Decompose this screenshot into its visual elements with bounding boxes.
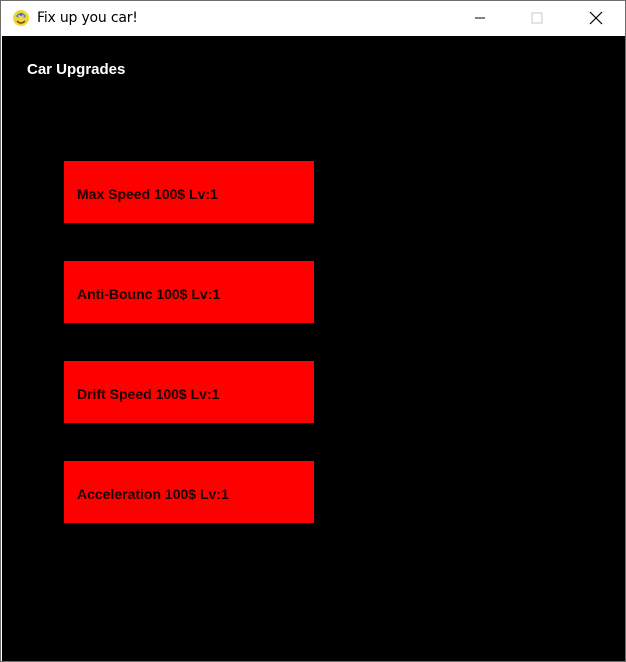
- upgrade-label: Acceleration 100$ Lv:1: [77, 486, 229, 502]
- minimize-button[interactable]: [457, 1, 503, 35]
- maximize-button[interactable]: [514, 1, 560, 35]
- anti-bounce-upgrade-button[interactable]: Anti-Bounc 100$ Lv:1: [64, 261, 314, 323]
- close-icon: [589, 11, 603, 25]
- acceleration-upgrade-button[interactable]: Acceleration 100$ Lv:1: [64, 461, 314, 523]
- upgrade-label: Drift Speed 100$ Lv:1: [77, 386, 220, 402]
- minimize-icon: [475, 17, 485, 19]
- upgrade-label: Max Speed 100$ Lv:1: [77, 186, 218, 202]
- python-snake-icon: [11, 8, 31, 28]
- title-bar[interactable]: Fix up you car!: [1, 1, 625, 36]
- game-canvas: Car Upgrades Max Speed 100$ Lv:1 Anti-Bo…: [2, 36, 625, 661]
- maximize-icon: [531, 12, 543, 24]
- window-title: Fix up you car!: [37, 10, 138, 26]
- close-button[interactable]: [573, 1, 619, 35]
- screen-title: Car Upgrades: [27, 61, 126, 78]
- max-speed-upgrade-button[interactable]: Max Speed 100$ Lv:1: [64, 161, 314, 223]
- app-window: Fix up you car! Car Upgrades Max Speed 1…: [0, 0, 626, 662]
- drift-speed-upgrade-button[interactable]: Drift Speed 100$ Lv:1: [64, 361, 314, 423]
- upgrade-label: Anti-Bounc 100$ Lv:1: [77, 286, 221, 302]
